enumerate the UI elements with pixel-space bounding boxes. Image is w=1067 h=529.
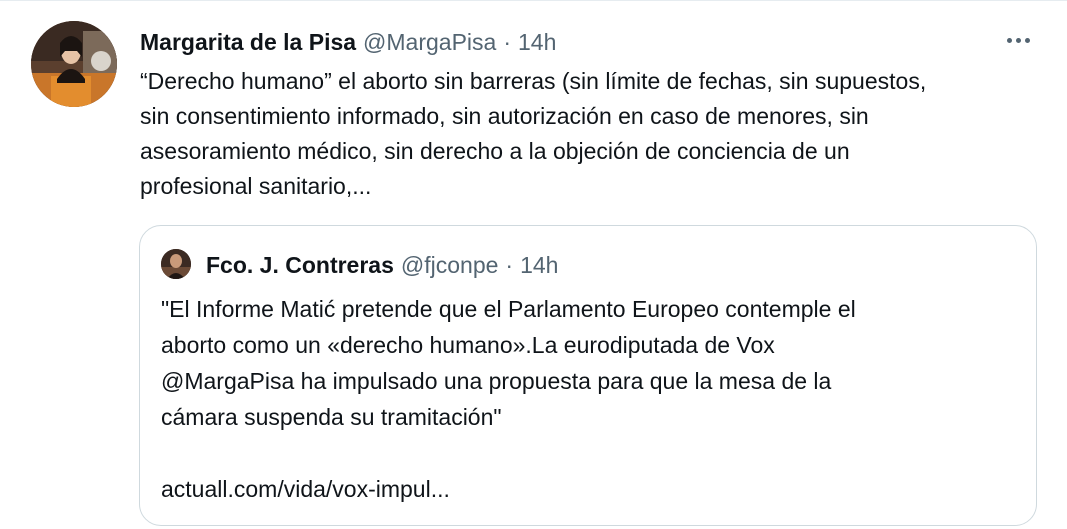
more-dot	[1024, 37, 1030, 43]
quoted-tweet-link[interactable]: actuall.com/vida/vox-impul...	[161, 474, 450, 504]
tweet-text-line: asesoramiento médico, sin derecho a la o…	[140, 138, 850, 164]
quoted-tweet-timestamp[interactable]: 14h	[520, 252, 558, 279]
quoted-author-avatar[interactable]	[161, 249, 191, 279]
tweet-timestamp[interactable]: 14h	[518, 29, 556, 56]
quoted-tweet-header: Fco. J. Contreras @fjconpe · 14h	[206, 251, 558, 279]
tweet-header: Margarita de la Pisa @MargaPisa · 14h	[140, 27, 556, 57]
quoted-author-display-name[interactable]: Fco. J. Contreras	[206, 252, 394, 279]
avatar-photo-icon	[161, 249, 191, 279]
tweet-text: “Derecho humano” el aborto sin barreras …	[140, 64, 1040, 204]
quoted-tweet-text: "El Informe Matić pretende que el Parlam…	[161, 291, 1021, 435]
more-dot	[1006, 37, 1012, 43]
more-options-icon[interactable]	[1001, 25, 1035, 55]
author-handle[interactable]: @MargaPisa	[363, 29, 496, 56]
tweet-card[interactable]: Margarita de la Pisa @MargaPisa · 14h “D…	[0, 0, 1067, 529]
avatar-photo-icon	[31, 21, 117, 107]
author-avatar[interactable]	[31, 21, 117, 107]
separator-dot: ·	[505, 251, 514, 278]
tweet-text-line: profesional sanitario,...	[140, 173, 372, 199]
quoted-tweet[interactable]: Fco. J. Contreras @fjconpe · 14h "El Inf…	[139, 225, 1037, 526]
quoted-text-line: aborto como un «derecho humano».La eurod…	[161, 332, 775, 358]
quoted-text-line: "El Informe Matić pretende que el Parlam…	[161, 296, 856, 322]
more-dot	[1015, 37, 1021, 43]
tweet-text-line: sin consentimiento informado, sin autori…	[140, 103, 869, 129]
tweet-text-line: “Derecho humano” el aborto sin barreras …	[140, 68, 927, 94]
quoted-author-handle[interactable]: @fjconpe	[401, 252, 499, 279]
quoted-text-line: cámara suspenda su tramitación"	[161, 404, 502, 430]
author-display-name[interactable]: Margarita de la Pisa	[140, 29, 356, 56]
separator-dot: ·	[503, 28, 512, 55]
quoted-text-line: @MargaPisa ha impulsado una propuesta pa…	[161, 368, 832, 394]
